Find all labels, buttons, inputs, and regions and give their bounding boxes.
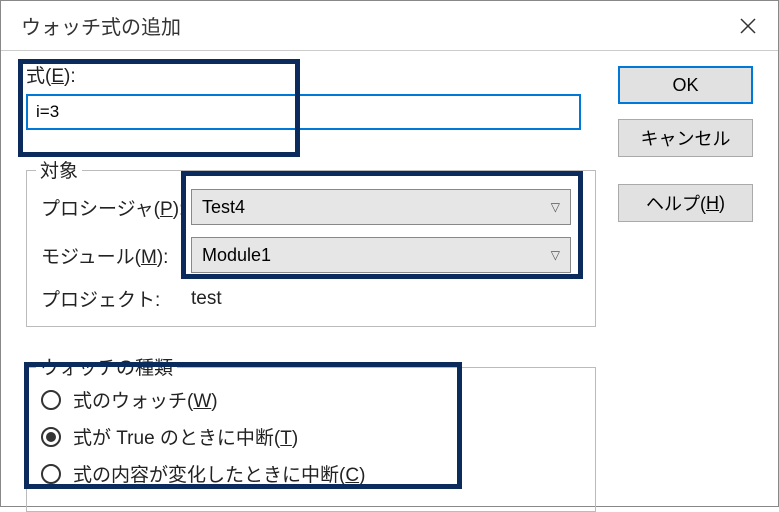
radio-label: 式の内容が変化したときに中断(C) [73, 460, 365, 487]
main-area: 式(E): 対象 プロシージャ(P): Test4 ▽ [26, 61, 596, 512]
help-button[interactable]: ヘルプ(H) [618, 184, 753, 222]
context-group-label: 対象 [36, 156, 82, 183]
radio-icon [41, 390, 61, 410]
watch-type-group-label: ウォッチの種類 [36, 353, 177, 380]
watch-type-radio-0[interactable]: 式のウォッチ(W) [41, 386, 581, 413]
close-icon [740, 18, 756, 34]
module-value: Module1 [202, 245, 271, 266]
expression-input[interactable] [26, 94, 581, 130]
procedure-combobox[interactable]: Test4 ▽ [191, 189, 571, 225]
cancel-button[interactable]: キャンセル [618, 119, 753, 157]
ok-button[interactable]: OK [618, 66, 753, 104]
watch-type-group: 式のウォッチ(W) 式が True のときに中断(T) 式の内容が変化したときに中断… [26, 367, 596, 512]
button-area: OK キャンセル ヘルプ(H) [618, 66, 753, 222]
chevron-down-icon: ▽ [551, 200, 560, 214]
project-value: test [191, 288, 222, 310]
add-watch-dialog: ウォッチ式の追加 式(E): 対象 プロシ [0, 0, 779, 507]
procedure-label: プロシージャ(P): [41, 194, 191, 221]
watch-type-radio-1[interactable]: 式が True のときに中断(T) [41, 423, 581, 450]
expression-label: 式(E): [26, 61, 596, 88]
radio-icon [41, 427, 61, 447]
chevron-down-icon: ▽ [551, 248, 560, 262]
titlebar: ウォッチ式の追加 [1, 1, 778, 51]
radio-label: 式のウォッチ(W) [73, 386, 218, 413]
dialog-title: ウォッチ式の追加 [21, 11, 181, 40]
radio-label: 式が True のときに中断(T) [73, 423, 298, 450]
procedure-value: Test4 [202, 197, 245, 218]
close-button[interactable] [718, 1, 778, 51]
dialog-content: 式(E): 対象 プロシージャ(P): Test4 ▽ [1, 51, 778, 91]
radio-icon [41, 464, 61, 484]
project-label: プロジェクト: [41, 285, 191, 312]
context-group: プロシージャ(P): Test4 ▽ モジュール(M): Module1 [26, 170, 596, 327]
module-combobox[interactable]: Module1 ▽ [191, 237, 571, 273]
watch-type-radio-2[interactable]: 式の内容が変化したときに中断(C) [41, 460, 581, 487]
module-label: モジュール(M): [41, 242, 191, 269]
